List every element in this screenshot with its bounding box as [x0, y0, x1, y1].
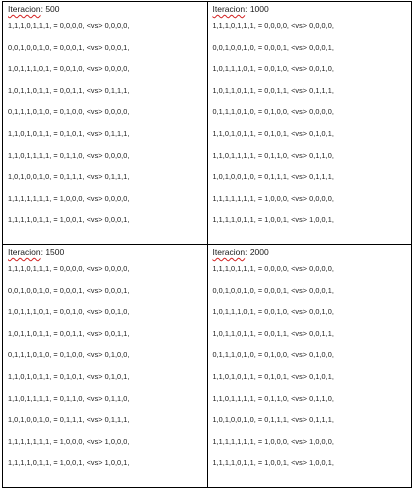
data-line: 1,0,1,0,0,1,0, = 0,1,1,1, <vs> 0,1,1,1,	[212, 415, 334, 425]
data-line: 1,1,1,1,0,1,1, = 1,0,0,1, <vs> 1,0,0,1,	[212, 458, 334, 468]
data-line: 1,1,0,1,1,1,1, = 0,1,1,0, <vs> 0,1,1,0,	[212, 150, 334, 160]
iteration-cell-1500: Iteracion: 1500 1,1,1,0,1,1,1, = 0,0,0,0…	[2, 244, 208, 488]
iteration-heading: Iteracion: 500	[8, 4, 207, 14]
data-line: 1,0,1,1,0,1,1, = 0,0,1,1, <vs> 0,0,1,1,	[8, 328, 130, 338]
iteration-heading: Iteracion: 2000	[213, 247, 412, 257]
iteration-heading-word: Iteracion	[8, 4, 41, 14]
data-line: 1,0,1,1,1,0,1, = 0,0,1,0, <vs> 0,0,1,0,	[212, 64, 334, 74]
data-line-list: 1,1,1,0,1,1,1, = 0,0,0,0, <vs> 0,0,0,0, …	[213, 21, 412, 224]
data-line: 0,0,1,0,0,1,0, = 0,0,0,1, <vs> 0,0,0,1,	[8, 42, 130, 52]
data-line: 1,1,1,1,0,1,1, = 1,0,0,1, <vs> 0,0,0,1,	[8, 215, 130, 225]
data-line: 0,0,1,0,0,1,0, = 0,0,0,1, <vs> 0,0,0,1,	[212, 285, 334, 295]
iteration-heading-word: Iteracion	[212, 247, 246, 257]
iteration-heading-word: Iteracion	[212, 4, 246, 14]
iteration-heading-value: : 1000	[245, 4, 269, 14]
data-line: 1,1,0,1,1,1,1, = 0,1,1,0, <vs> 0,0,0,0,	[8, 150, 130, 160]
data-line: 0,1,1,1,0,1,0, = 0,1,0,0, <vs> 0,0,0,0,	[212, 107, 334, 117]
data-line: 1,1,1,0,1,1,1, = 0,0,0,0, <vs> 0,0,0,0,	[8, 264, 130, 273]
data-line: 0,1,1,1,0,1,0, = 0,1,0,0, <vs> 0,0,0,0,	[8, 107, 130, 117]
iteration-cell-2000: Iteracion: 2000 1,1,1,0,1,1,1, = 0,0,0,0…	[206, 244, 412, 488]
data-line: 1,1,1,1,0,1,1, = 1,0,0,1, <vs> 1,0,0,1,	[212, 215, 334, 225]
data-line: 1,1,1,1,0,1,1, = 1,0,0,1, <vs> 1,0,0,1,	[8, 458, 130, 468]
data-line-list: 1,1,1,0,1,1,1, = 0,0,0,0, <vs> 0,0,0,0, …	[8, 21, 207, 224]
data-line: 1,1,0,1,1,1,1, = 0,1,1,0, <vs> 0,1,1,0,	[8, 393, 130, 403]
data-line: 1,0,1,1,1,0,1, = 0,0,1,0, <vs> 0,0,0,0,	[8, 64, 130, 74]
data-line: 1,1,1,1,1,1,1, = 1,0,0,0, <vs> 0,0,0,0,	[8, 193, 130, 203]
data-line: 1,1,1,0,1,1,1, = 0,0,0,0, <vs> 0,0,0,0,	[212, 264, 334, 273]
table-row: Iteracion: 1500 1,1,1,0,1,1,1, = 0,0,0,0…	[2, 244, 412, 488]
data-line: 1,0,1,1,1,0,1, = 0,0,1,0, <vs> 0,0,1,0,	[212, 307, 334, 317]
data-line-list: 1,1,1,0,1,1,1, = 0,0,0,0, <vs> 0,0,0,0, …	[213, 264, 412, 467]
iteration-cell-1000: Iteracion: 1000 1,1,1,0,1,1,1, = 0,0,0,0…	[206, 1, 412, 245]
document-page: Iteracion: 500 1,1,1,0,1,1,1, = 0,0,0,0,…	[0, 0, 414, 489]
iteration-heading-value: : 1500	[40, 247, 65, 257]
data-line: 1,0,1,0,0,1,0, = 0,1,1,1, <vs> 0,1,1,1,	[212, 172, 334, 182]
data-line: 1,1,1,0,1,1,1, = 0,0,0,0, <vs> 0,0,0,0,	[212, 21, 334, 30]
data-line: 1,0,1,0,0,1,0, = 0,1,1,1, <vs> 0,1,1,1,	[8, 172, 130, 182]
table-row: Iteracion: 500 1,1,1,0,1,1,1, = 0,0,0,0,…	[2, 1, 412, 245]
data-line: 1,0,1,1,1,0,1, = 0,0,1,0, <vs> 0,0,1,0,	[8, 307, 130, 317]
iteration-heading: Iteracion: 1000	[213, 4, 412, 14]
iteration-heading-value: : 2000	[245, 247, 269, 257]
data-line: 1,0,1,1,0,1,1, = 0,0,1,1, <vs> 0,1,1,1,	[8, 85, 130, 95]
data-line: 1,1,1,0,1,1,1, = 0,0,0,0, <vs> 0,0,0,0,	[8, 21, 130, 30]
data-line: 1,1,1,1,1,1,1, = 1,0,0,0, <vs> 0,0,0,0,	[212, 193, 334, 203]
data-line: 1,1,0,1,0,1,1, = 0,1,0,1, <vs> 0,1,1,1,	[8, 128, 130, 138]
data-line: 1,1,0,1,0,1,1, = 0,1,0,1, <vs> 0,1,0,1,	[212, 128, 334, 138]
iteration-results-table: Iteracion: 500 1,1,1,0,1,1,1, = 0,0,0,0,…	[2, 1, 412, 488]
data-line: 0,1,1,1,0,1,0, = 0,1,0,0, <vs> 0,1,0,0,	[212, 350, 334, 360]
iteration-heading-value: : 500	[40, 4, 60, 14]
data-line-list: 1,1,1,0,1,1,1, = 0,0,0,0, <vs> 0,0,0,0, …	[8, 264, 207, 467]
data-line: 1,1,0,1,0,1,1, = 0,1,0,1, <vs> 0,1,0,1,	[212, 371, 334, 381]
data-line: 1,0,1,1,0,1,1, = 0,0,1,1, <vs> 0,1,1,1,	[212, 85, 334, 95]
iteration-heading-word: Iteracion	[8, 247, 41, 257]
data-line: 1,1,0,1,1,1,1, = 0,1,1,0, <vs> 0,1,1,0,	[212, 393, 334, 403]
data-line: 1,1,1,1,1,1,1, = 1,0,0,0, <vs> 1,0,0,0,	[8, 436, 130, 446]
iteration-heading: Iteracion: 1500	[8, 247, 207, 257]
data-line: 0,0,1,0,0,1,0, = 0,0,0,1, <vs> 0,0,0,1,	[212, 42, 334, 52]
data-line: 0,0,1,0,0,1,0, = 0,0,0,1, <vs> 0,0,0,1,	[8, 285, 130, 295]
data-line: 1,0,1,1,0,1,1, = 0,0,1,1, <vs> 0,0,1,1,	[212, 328, 334, 338]
data-line: 1,1,1,1,1,1,1, = 1,0,0,0, <vs> 1,0,0,0,	[212, 436, 334, 446]
iteration-cell-500: Iteracion: 500 1,1,1,0,1,1,1, = 0,0,0,0,…	[2, 1, 208, 245]
data-line: 0,1,1,1,0,1,0, = 0,1,0,0, <vs> 0,1,0,0,	[8, 350, 130, 360]
data-line: 1,0,1,0,0,1,0, = 0,1,1,1, <vs> 0,1,1,1,	[8, 415, 130, 425]
data-line: 1,1,0,1,0,1,1, = 0,1,0,1, <vs> 0,1,0,1,	[8, 371, 130, 381]
